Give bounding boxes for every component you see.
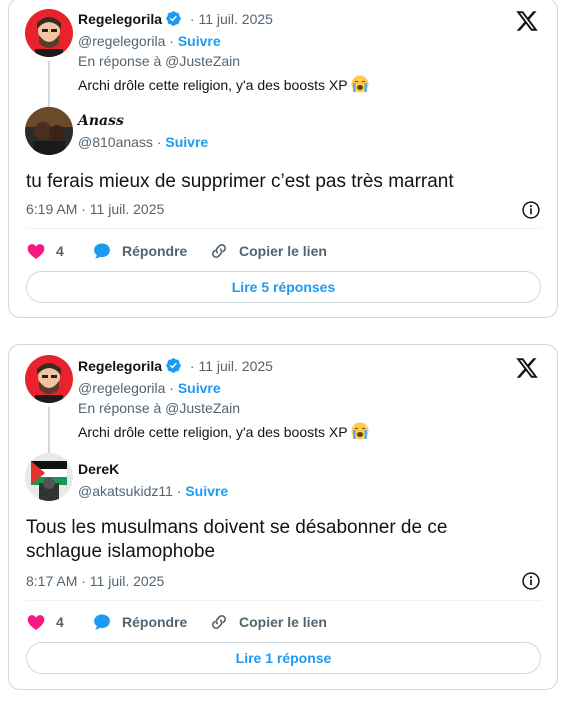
post-date[interactable]: · 11 juil. 2025 bbox=[190, 358, 273, 374]
thread-connector bbox=[48, 407, 50, 453]
x-logo-icon[interactable] bbox=[515, 9, 539, 33]
embedded-post-card-2: Regelegorila · 11 juil. 2025 @regelegori… bbox=[8, 344, 558, 690]
reply-button[interactable]: Répondre bbox=[92, 241, 187, 261]
avatar-regelegorila[interactable] bbox=[25, 355, 73, 403]
author-name[interactable]: Regelegorila bbox=[78, 11, 162, 27]
parent-post-text: Archi drôle cette religion, y'a des boos… bbox=[78, 77, 348, 93]
author-name[interactable]: Regelegorila bbox=[78, 358, 162, 374]
separator: · bbox=[152, 134, 166, 150]
follow-button[interactable]: Suivre bbox=[178, 33, 221, 49]
verified-badge-icon bbox=[166, 11, 181, 26]
post-timestamp[interactable]: 6:19 AM · 11 juil. 2025 bbox=[26, 201, 164, 217]
reply-author-handle[interactable]: @810anass bbox=[78, 134, 153, 150]
x-logo-icon[interactable] bbox=[515, 356, 539, 380]
action-bar: 4 Répondre Copier le lien bbox=[26, 612, 541, 632]
link-icon bbox=[212, 615, 226, 629]
copy-link-label: Copier le lien bbox=[239, 243, 327, 259]
separator: · bbox=[172, 483, 186, 499]
reply-post-text-line: Tous les musulmans doivent se désabonner… bbox=[26, 517, 448, 538]
author-handle[interactable]: @regelegorila bbox=[78, 33, 165, 49]
embedded-post-card-1: Regelegorila · 11 juil. 2025 @regelegori… bbox=[8, 0, 558, 318]
divider bbox=[26, 600, 541, 601]
copy-link-button[interactable]: Copier le lien bbox=[209, 241, 327, 261]
copy-link-label: Copier le lien bbox=[239, 614, 327, 630]
avatar-anass[interactable] bbox=[25, 107, 73, 155]
like-button[interactable]: 4 bbox=[26, 241, 64, 261]
reply-bubble-icon bbox=[94, 614, 110, 630]
link-icon bbox=[212, 244, 226, 258]
parent-post-text: Archi drôle cette religion, y'a des boos… bbox=[78, 424, 348, 440]
in-reply-to[interactable]: En réponse à @JusteZain bbox=[78, 52, 240, 70]
in-reply-to[interactable]: En réponse à @JusteZain bbox=[78, 399, 240, 417]
post-timestamp[interactable]: 8:17 AM · 11 juil. 2025 bbox=[26, 573, 164, 589]
crying-face-emoji bbox=[351, 422, 369, 440]
reply-label: Répondre bbox=[122, 614, 188, 630]
like-button[interactable]: 4 bbox=[26, 612, 64, 632]
follow-button[interactable]: Suivre bbox=[165, 134, 208, 150]
reply-post-text: Tous les musulmans doivent se désabonner… bbox=[26, 516, 447, 564]
reply-bubble-icon bbox=[94, 243, 110, 259]
reply-button[interactable]: Répondre bbox=[92, 612, 187, 632]
action-bar: 4 Répondre Copier le lien bbox=[26, 241, 541, 261]
reply-post-text-line: schlague islamophobe bbox=[26, 541, 216, 562]
reply-label: Répondre bbox=[122, 243, 188, 259]
reply-author-handle[interactable]: @akatsukidz11 bbox=[78, 483, 173, 499]
read-replies-button[interactable]: Lire 1 réponse bbox=[26, 642, 541, 674]
info-icon[interactable] bbox=[521, 571, 541, 591]
read-replies-button[interactable]: Lire 5 réponses bbox=[26, 271, 541, 303]
reply-post-text: tu ferais mieux de supprimer c’est pas t… bbox=[26, 171, 454, 192]
avatar-derek[interactable] bbox=[25, 453, 73, 501]
heart-icon bbox=[27, 244, 45, 259]
reply-author-name[interactable]: 𝑨𝒏𝒂𝒔𝒔 bbox=[78, 113, 124, 129]
copy-link-button[interactable]: Copier le lien bbox=[209, 612, 327, 632]
author-handle[interactable]: @regelegorila bbox=[78, 380, 165, 396]
info-icon[interactable] bbox=[521, 200, 541, 220]
verified-badge-icon bbox=[166, 358, 181, 373]
like-count: 4 bbox=[56, 614, 64, 630]
avatar-regelegorila[interactable] bbox=[25, 9, 73, 57]
heart-icon bbox=[27, 615, 45, 630]
thread-connector bbox=[48, 61, 50, 107]
like-count: 4 bbox=[56, 243, 64, 259]
separator: · bbox=[165, 33, 178, 49]
crying-face-emoji bbox=[351, 75, 369, 93]
follow-button[interactable]: Suivre bbox=[178, 380, 221, 396]
reply-author-name[interactable]: DereK bbox=[78, 461, 119, 477]
follow-button[interactable]: Suivre bbox=[185, 483, 228, 499]
post-date[interactable]: · 11 juil. 2025 bbox=[190, 11, 273, 27]
divider bbox=[26, 228, 541, 229]
separator: · bbox=[165, 380, 178, 396]
